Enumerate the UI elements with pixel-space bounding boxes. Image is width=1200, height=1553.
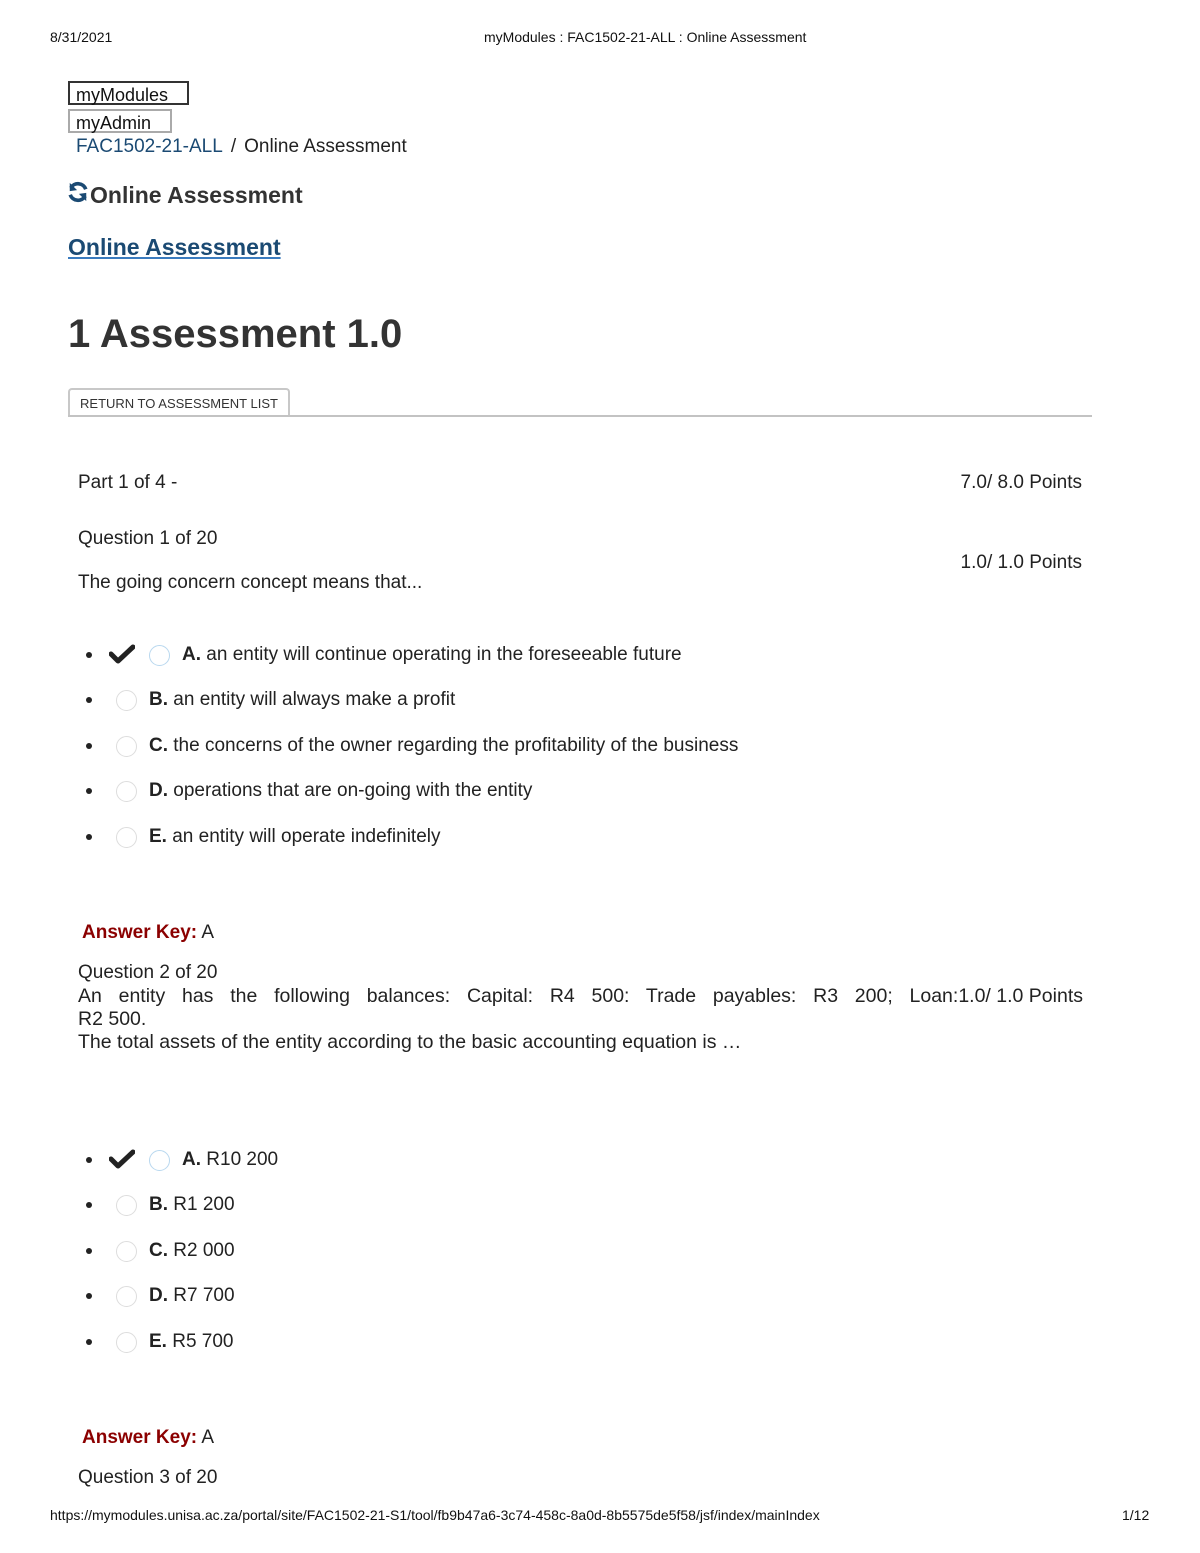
answer-option[interactable]: B. R1 200: [0, 1190, 900, 1220]
answer-option[interactable]: A. an entity will continue operating in …: [0, 640, 900, 670]
print-url: https://mymodules.unisa.ac.za/portal/sit…: [50, 1507, 820, 1523]
radio-button[interactable]: [116, 1285, 137, 1307]
option-letter: C.: [149, 735, 168, 756]
print-page-number: 1/12: [1122, 1507, 1150, 1523]
question-text-line-3: The total assets of the entity according…: [78, 1031, 742, 1053]
option-letter: B.: [149, 1194, 168, 1215]
part-points: 7.0/ 8.0 Points: [960, 472, 1082, 493]
option-text: R2 000: [173, 1240, 235, 1261]
question-number: Question 2 of 20: [78, 962, 218, 983]
radio-button[interactable]: [149, 644, 170, 666]
radio-button[interactable]: [116, 735, 137, 757]
answer-key: Answer Key: A: [82, 922, 214, 944]
bullet-icon: [86, 1339, 92, 1345]
option-text: an entity will always make a profit: [173, 689, 456, 710]
option-letter: D.: [149, 1285, 168, 1306]
option-text: an entity will operate indefinitely: [172, 826, 441, 847]
answer-option[interactable]: E. R5 700: [0, 1327, 900, 1357]
option-text: R1 200: [173, 1194, 235, 1215]
breadcrumb: FAC1502-21-ALL / Online Assessment: [76, 136, 407, 158]
answer-key-value: A: [201, 922, 215, 943]
tool-title-label: Online Assessment: [90, 181, 303, 208]
answer-option[interactable]: C. R2 000: [0, 1236, 900, 1266]
myadmin-button[interactable]: myAdmin: [68, 109, 172, 133]
question-number: Question 1 of 20: [78, 528, 218, 549]
bullet-icon: [86, 697, 92, 703]
question-text-line-1: An entity has the following balances: Ca…: [78, 985, 959, 1007]
question-points: 1.0/ 1.0 Points: [958, 985, 1083, 1007]
checkmark-icon: [108, 1148, 136, 1176]
print-date: 8/31/2021: [50, 29, 113, 45]
option-text: operations that are on-going with the en…: [173, 780, 533, 801]
answer-option[interactable]: D. operations that are on-going with the…: [0, 776, 900, 806]
breadcrumb-site-link[interactable]: FAC1502-21-ALL: [76, 136, 223, 157]
radio-button[interactable]: [116, 1331, 137, 1353]
checkmark-icon: [108, 643, 136, 671]
bullet-icon: [86, 834, 92, 840]
part-label: Part 1 of 4 -: [78, 472, 178, 493]
bullet-icon: [86, 743, 92, 749]
bullet-icon: [86, 1202, 92, 1208]
option-letter: A.: [182, 1149, 201, 1170]
answer-option[interactable]: A. R10 200: [0, 1145, 900, 1175]
answer-option[interactable]: C. the concerns of the owner regarding t…: [0, 731, 900, 761]
answer-option[interactable]: E. an entity will operate indefinitely: [0, 822, 900, 852]
question-points: 1.0/ 1.0 Points: [960, 552, 1082, 573]
print-header: 8/31/2021 myModules : FAC1502-21-ALL : O…: [0, 29, 1200, 49]
answer-key: Answer Key: A: [82, 1427, 214, 1449]
radio-button[interactable]: [116, 1194, 137, 1216]
bullet-icon: [86, 1157, 92, 1163]
tool-title: Online Assessment: [67, 181, 303, 209]
answer-key-value: A: [201, 1427, 215, 1448]
radio-button[interactable]: [149, 1149, 170, 1171]
question-number: Question 3 of 20: [78, 1467, 218, 1488]
bullet-icon: [86, 1293, 92, 1299]
radio-button[interactable]: [116, 826, 137, 848]
bullet-icon: [86, 1248, 92, 1254]
option-letter: E.: [149, 826, 167, 847]
radio-button[interactable]: [116, 780, 137, 802]
option-letter: B.: [149, 689, 168, 710]
breadcrumb-current: Online Assessment: [244, 136, 407, 157]
breadcrumb-separator: /: [230, 136, 237, 157]
answer-key-label: Answer Key:: [82, 1427, 198, 1448]
answer-key-label: Answer Key:: [82, 922, 198, 943]
option-text: R7 700: [173, 1285, 235, 1306]
option-letter: C.: [149, 1240, 168, 1261]
question-text: The going concern concept means that...: [78, 572, 423, 593]
tab-divider: [68, 415, 1092, 417]
option-letter: A.: [182, 644, 201, 665]
answer-option[interactable]: B. an entity will always make a profit: [0, 685, 900, 715]
option-text: R5 700: [172, 1331, 234, 1352]
radio-button[interactable]: [116, 689, 137, 711]
option-text: an entity will continue operating in the…: [206, 644, 682, 665]
option-text: the concerns of the owner regarding the …: [173, 735, 739, 756]
radio-button[interactable]: [116, 1240, 137, 1262]
assessment-title: 1 Assessment 1.0: [68, 312, 403, 356]
question-text-line-2: R2 500.: [78, 1008, 147, 1030]
return-to-assessment-list-button[interactable]: RETURN TO ASSESSMENT LIST: [68, 388, 290, 416]
print-page-title: myModules : FAC1502-21-ALL : Online Asse…: [484, 29, 807, 45]
answer-option[interactable]: D. R7 700: [0, 1281, 900, 1311]
mymodules-button[interactable]: myModules: [68, 81, 189, 105]
refresh-icon[interactable]: [67, 181, 90, 209]
bullet-icon: [86, 652, 92, 658]
print-footer: https://mymodules.unisa.ac.za/portal/sit…: [0, 1507, 1200, 1527]
option-letter: D.: [149, 780, 168, 801]
option-letter: E.: [149, 1331, 167, 1352]
bullet-icon: [86, 788, 92, 794]
option-text: R10 200: [206, 1149, 279, 1170]
online-assessment-link[interactable]: Online Assessment: [68, 234, 281, 261]
question-text: An entity has the following balances: Ca…: [78, 985, 1083, 1054]
